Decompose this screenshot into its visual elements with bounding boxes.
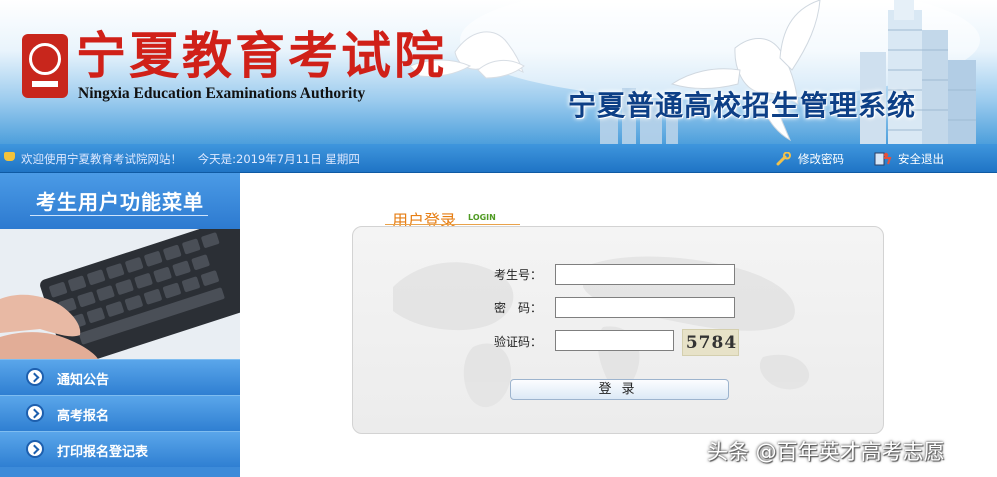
login-heading-en: LOGIN: [468, 213, 496, 222]
logout-label: 安全退出: [898, 152, 944, 166]
org-name-english: Ningxia Education Examinations Authority: [78, 85, 366, 102]
bell-icon: [4, 152, 15, 161]
keyboard-photo: [0, 229, 240, 359]
current-date: 今天是:2019年7月11日 星期四: [197, 152, 360, 166]
captcha-input[interactable]: [555, 330, 674, 351]
sidebar: 考生用户功能菜单 通知公告 高考报名 打印报名登记表: [0, 173, 240, 477]
captcha-image[interactable]: 5784: [682, 329, 739, 356]
seal-logo: [22, 34, 68, 98]
sidebar-item-print-form[interactable]: 打印报名登记表: [0, 431, 240, 467]
examinee-number-input[interactable]: [555, 264, 735, 285]
header-banner: 宁夏教育考试院 Ningxia Education Examinations A…: [0, 0, 997, 144]
password-input[interactable]: [555, 297, 735, 318]
sidebar-item-label: 通知公告: [57, 373, 110, 388]
arrow-circle-icon: [26, 440, 44, 458]
logout-icon: [874, 152, 892, 166]
arrow-circle-icon: [26, 404, 44, 422]
arrow-circle-icon: [26, 368, 44, 386]
logout-link[interactable]: 安全退出: [874, 151, 944, 167]
change-password-link[interactable]: 修改密码: [776, 151, 844, 167]
login-heading-underline: [385, 224, 520, 225]
welcome-text: 欢迎使用宁夏教育考试院网站！: [21, 152, 182, 166]
change-password-label: 修改密码: [798, 152, 844, 166]
login-button[interactable]: 登录: [510, 379, 729, 400]
sidebar-item-registration[interactable]: 高考报名: [0, 395, 240, 431]
sidebar-title-underline: [30, 215, 208, 216]
sidebar-item-label: 高考报名: [57, 409, 110, 424]
sidebar-item-notices[interactable]: 通知公告: [0, 359, 240, 395]
sidebar-item-label: 打印报名登记表: [57, 445, 149, 460]
captcha-label: 验证码：: [493, 335, 542, 349]
sidebar-header: 考生用户功能菜单: [0, 173, 240, 229]
password-label: 密 码：: [493, 301, 542, 315]
org-name-chinese: 宁夏教育考试院: [76, 26, 447, 85]
top-status-bar: 欢迎使用宁夏教育考试院网站！ 今天是:2019年7月11日 星期四 修改密码 安…: [0, 144, 997, 173]
captcha-code: 5784: [685, 333, 738, 353]
welcome-message: 欢迎使用宁夏教育考试院网站！ 今天是:2019年7月11日 星期四: [21, 151, 372, 167]
examinee-number-label: 考生号：: [493, 268, 542, 282]
watermark-text: 头条 @百年英才高考志愿: [707, 440, 945, 464]
wrench-icon: [776, 151, 791, 166]
system-title: 宁夏普通高校招生管理系统: [568, 89, 917, 122]
sidebar-title: 考生用户功能菜单: [36, 190, 204, 214]
